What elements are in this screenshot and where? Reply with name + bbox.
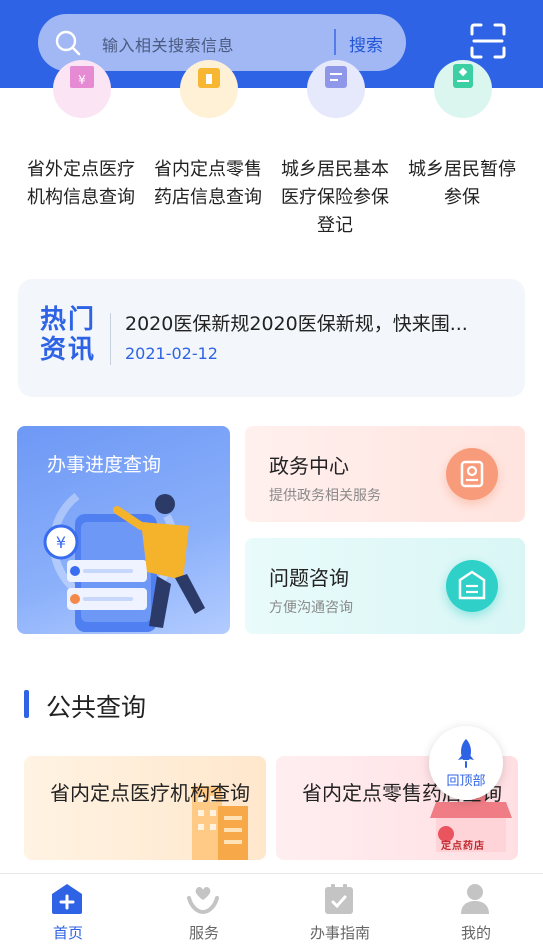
back-to-top-label: 回顶部 bbox=[446, 774, 486, 789]
insurance-register-icon bbox=[307, 60, 365, 118]
search-icon bbox=[55, 30, 81, 56]
service-grid: ¥ 省外定点医疗 机构信息查询 省内定点零售 药店信息查询 城乡居民基本 医疗保… bbox=[0, 60, 543, 258]
search-input[interactable]: 输入相关搜索信息 bbox=[102, 32, 234, 56]
gov-center-card[interactable]: 政务中心 提供政务相关服务 bbox=[245, 426, 525, 522]
news-divider bbox=[110, 313, 111, 365]
svg-text:¥: ¥ bbox=[56, 533, 66, 552]
nav-label: 办事指南 bbox=[309, 924, 370, 942]
consult-icon bbox=[446, 560, 498, 612]
scan-icon[interactable] bbox=[470, 23, 506, 59]
progress-query-title: 办事进度查询 bbox=[47, 454, 162, 476]
search-button[interactable]: 搜索 bbox=[349, 31, 383, 56]
suspend-insurance-icon bbox=[434, 60, 492, 118]
search-divider bbox=[334, 29, 336, 55]
nav-tab-mine[interactable]: 我的 bbox=[408, 874, 543, 944]
section-accent-bar bbox=[24, 690, 29, 718]
back-to-top-button[interactable]: 回顶部 bbox=[429, 726, 503, 800]
nav-tab-guide[interactable]: 办事指南 bbox=[272, 874, 408, 944]
pharmacy-icon bbox=[180, 60, 238, 118]
pharmacy-store-sign: 定点药店 bbox=[441, 841, 485, 852]
gov-center-title: 政务中心 bbox=[269, 454, 349, 478]
nav-label: 服务 bbox=[188, 924, 219, 942]
public-query-hospital-title: 省内定点医疗机构查询 bbox=[50, 781, 250, 805]
hot-news-banner[interactable]: 热门 资讯 2020医保新规2020医保新规，快来围... 2021-02-12 bbox=[18, 279, 525, 397]
public-query-section-title: 公共查询 bbox=[46, 693, 147, 722]
app-screen: 输入相关搜索信息 搜索 ¥ 省外定点医疗 机构信息查询 省内定点零售 药店信息查… bbox=[0, 0, 543, 944]
user-icon bbox=[461, 884, 489, 914]
hospital-icon: ¥ bbox=[53, 60, 111, 118]
public-query-hospital-card[interactable]: 省内定点医疗机构查询 bbox=[24, 756, 266, 860]
consult-title: 问题咨询 bbox=[269, 566, 349, 590]
home-icon bbox=[52, 884, 82, 914]
consult-card[interactable]: 问题咨询 方便沟通咨询 bbox=[245, 538, 525, 634]
svg-text:¥: ¥ bbox=[78, 73, 86, 87]
nav-label: 首页 bbox=[52, 924, 83, 942]
guide-icon bbox=[325, 884, 353, 914]
consult-subtitle: 方便沟通咨询 bbox=[269, 600, 353, 616]
gov-center-subtitle: 提供政务相关服务 bbox=[269, 488, 381, 504]
nav-label: 我的 bbox=[460, 924, 491, 942]
nav-tab-service[interactable]: 服务 bbox=[136, 874, 272, 944]
news-title[interactable]: 2020医保新规2020医保新规，快来围... bbox=[125, 309, 468, 336]
gov-center-icon bbox=[446, 448, 498, 500]
bottom-nav: 首页 服务 办事指南 我的 bbox=[0, 873, 543, 944]
progress-query-card[interactable]: 办事进度查询 ¥ bbox=[17, 426, 230, 634]
rocket-icon bbox=[458, 739, 474, 768]
service-icon bbox=[187, 886, 219, 915]
progress-illustration: ¥ bbox=[43, 492, 205, 632]
hot-news-badge: 热门 资讯 bbox=[40, 305, 97, 365]
nav-tab-home[interactable]: 首页 bbox=[0, 874, 136, 944]
news-date: 2021-02-12 bbox=[125, 344, 218, 363]
